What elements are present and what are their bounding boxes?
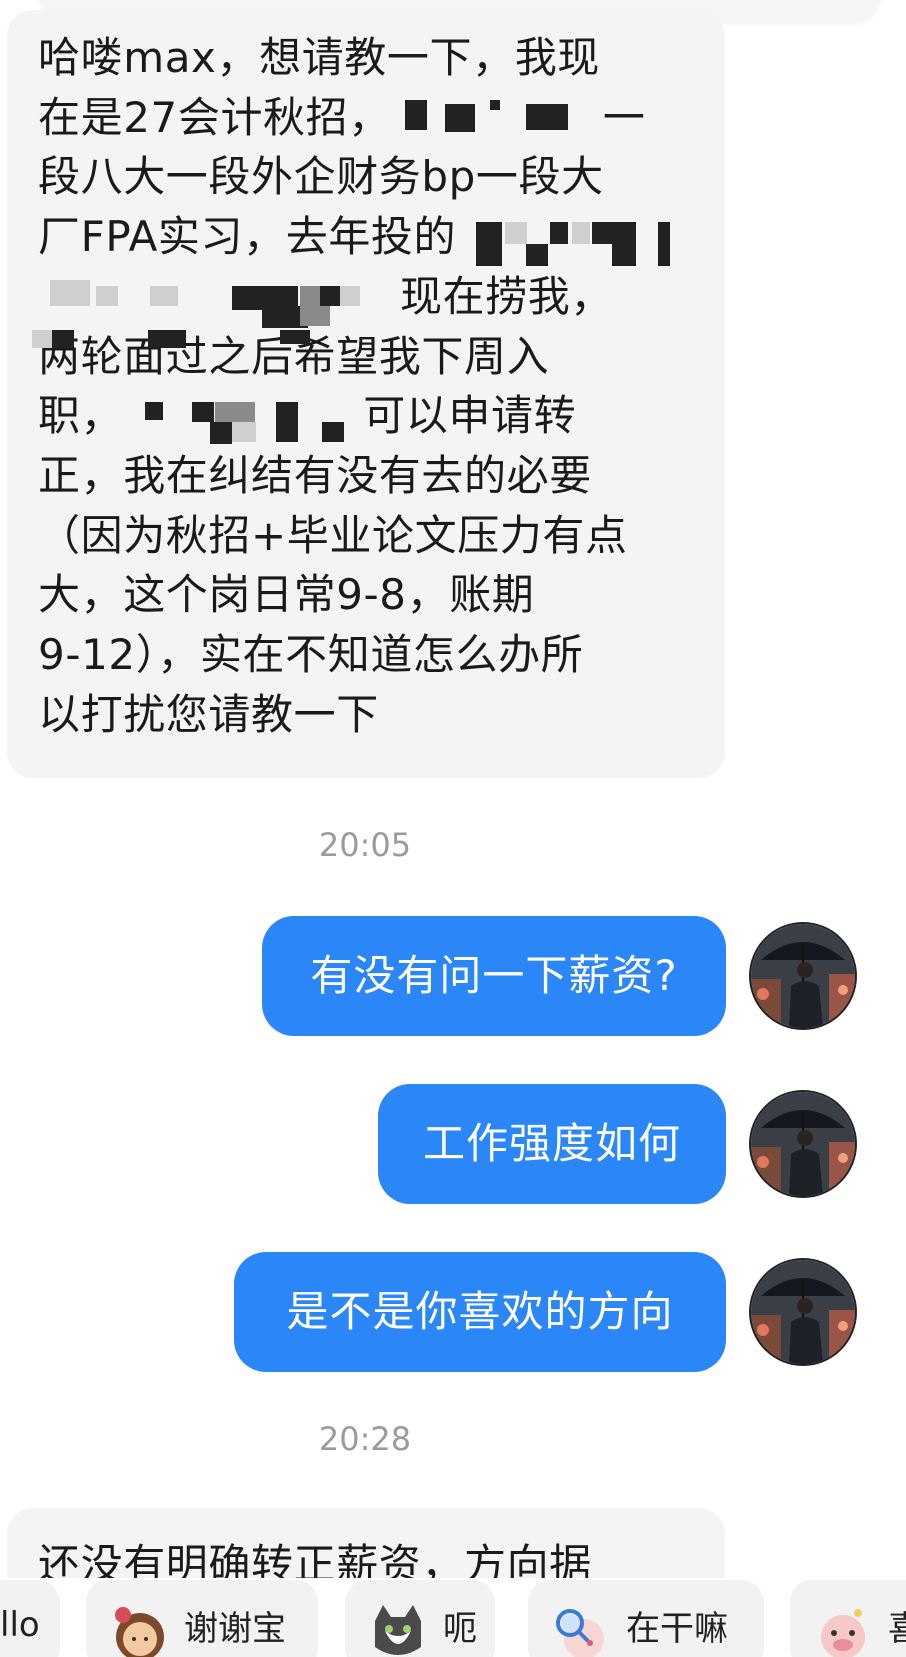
avatar-umbrella-man-icon: [751, 1260, 855, 1364]
quick-reply-label: 喜: [888, 1608, 906, 1649]
pig-sticker-icon: [821, 1609, 865, 1657]
quick-reply-bar: llo 谢谢宝 呃 在干嘛 喜: [0, 1578, 906, 1657]
message-timestamp: 20:05: [318, 826, 412, 864]
message-line: 大，这个岗日常9-8，账期: [38, 570, 535, 620]
quick-reply-label: 在干嘛: [626, 1608, 728, 1649]
message-line: （因为秋招+毕业论文压力有点: [38, 510, 628, 560]
quick-reply-chip[interactable]: llo: [0, 1580, 60, 1657]
avatar-umbrella-man-icon: [751, 1092, 855, 1196]
girl-rose-sticker-icon: [115, 1607, 164, 1657]
quick-reply-chip[interactable]: 呃: [345, 1580, 495, 1657]
outgoing-message-bubble[interactable]: 有没有问一下薪资?: [262, 916, 726, 1036]
incoming-message-text: 哈喽max，想请教一下，我现 在是27会计秋招，一 段八大一段外企财务bp一段大…: [38, 28, 698, 744]
quick-reply-label: 呃: [443, 1608, 477, 1649]
quick-reply-label: llo: [0, 1605, 40, 1645]
quick-reply-chip[interactable]: 谢谢宝: [86, 1580, 318, 1657]
message-line: 哈喽max，想请教一下，我现: [38, 33, 600, 82]
user-avatar[interactable]: [749, 1090, 857, 1198]
message-line: 现在捞我，: [400, 271, 614, 321]
outgoing-message-bubble[interactable]: 工作强度如何: [378, 1084, 726, 1204]
message-line: 职， 可以申请转: [38, 391, 577, 441]
quick-reply-label: 谢谢宝: [184, 1608, 286, 1649]
message-timestamp: 20:28: [318, 1420, 412, 1458]
cat-sticker-icon: [375, 1605, 421, 1655]
message-line: 两轮面过之后希望我下周入: [38, 331, 550, 381]
avatar-umbrella-man-icon: [751, 924, 855, 1028]
chat-screen: 哈喽max，想请教一下，我现 在是27会计秋招，一 段八大一段外企财务bp一段大…: [0, 0, 906, 1657]
message-line: 段八大一段外企财务bp一段大: [38, 152, 604, 202]
user-avatar[interactable]: [749, 1258, 857, 1366]
message-line: 正，我在纠结有没有去的必要: [38, 450, 592, 500]
message-line: 9-12），实在不知道怎么办所: [38, 630, 584, 680]
user-avatar[interactable]: [749, 922, 857, 1030]
quick-reply-chip[interactable]: 在干嘛: [528, 1580, 764, 1657]
magnifier-pig-sticker-icon: [556, 1609, 604, 1657]
quick-reply-chip[interactable]: 喜: [790, 1580, 906, 1657]
outgoing-message-bubble[interactable]: 是不是你喜欢的方向: [234, 1252, 726, 1372]
message-line: 在是27会计秋招，一: [38, 92, 646, 142]
message-line: 以打扰您请教一下: [38, 689, 379, 739]
